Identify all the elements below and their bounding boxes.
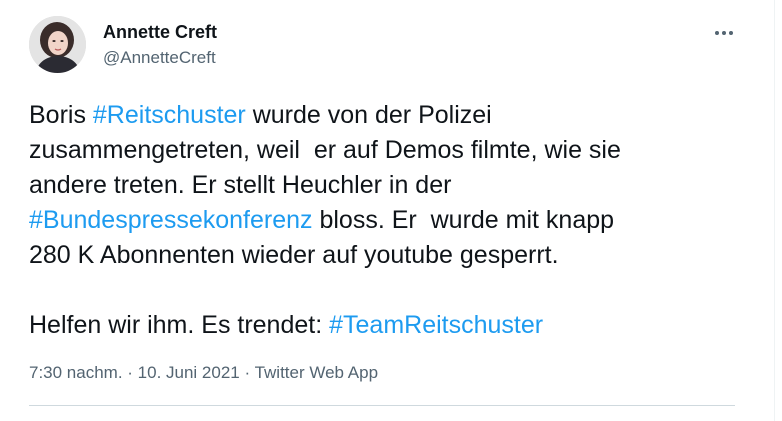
author-name[interactable]: Annette Creft xyxy=(103,22,217,43)
hashtag-link[interactable]: #Bundespressekonferenz xyxy=(29,206,313,234)
tweet-card: Annette Creft @AnnetteCreft Boris #Reits… xyxy=(0,0,782,421)
tweet-line: Helfen wir ihm. Es trendet: #TeamReitsch… xyxy=(29,308,749,343)
right-border xyxy=(774,0,775,421)
tweet-date-link[interactable]: 10. Juni 2021 xyxy=(138,363,240,382)
hashtag-link[interactable]: #TeamReitschuster xyxy=(329,311,543,339)
meta-separator: · xyxy=(122,363,138,382)
tweet-source-link[interactable]: Twitter Web App xyxy=(255,363,378,382)
hashtag-link[interactable]: #Reitschuster xyxy=(93,101,246,129)
text-segment: Helfen wir ihm. Es trendet: xyxy=(29,311,330,339)
avatar-image xyxy=(29,16,86,73)
meta-separator: · xyxy=(239,363,255,382)
tweet-text: Boris #Reitschuster wurde von der Polize… xyxy=(29,98,749,343)
text-segment: wurde von der Polizei xyxy=(245,101,492,129)
author-handle[interactable]: @AnnetteCreft xyxy=(103,48,216,68)
tweet-line: 280 K Abonnenten wieder auf youtube gesp… xyxy=(29,241,559,269)
dot-icon xyxy=(715,31,719,35)
dot-icon xyxy=(722,31,726,35)
tweet-line: zusammengetreten, weil er auf Demos film… xyxy=(29,136,621,164)
tweet-meta: 7:30 nachm. · 10. Juni 2021 · Twitter We… xyxy=(29,363,378,383)
more-options-icon[interactable] xyxy=(705,22,743,44)
text-segment: Boris xyxy=(29,101,93,129)
dot-icon xyxy=(729,31,733,35)
tweet-time-link[interactable]: 7:30 nachm. xyxy=(29,363,123,382)
tweet-line: #Bundespressekonferenz bloss. Er wurde m… xyxy=(29,203,749,238)
divider xyxy=(29,405,735,406)
avatar[interactable] xyxy=(29,16,86,73)
tweet-line: andere treten. Er stellt Heuchler in der xyxy=(29,171,452,199)
tweet-line: Boris #Reitschuster wurde von der Polize… xyxy=(29,98,749,133)
text-segment: bloss. Er wurde mit knapp xyxy=(312,206,615,234)
